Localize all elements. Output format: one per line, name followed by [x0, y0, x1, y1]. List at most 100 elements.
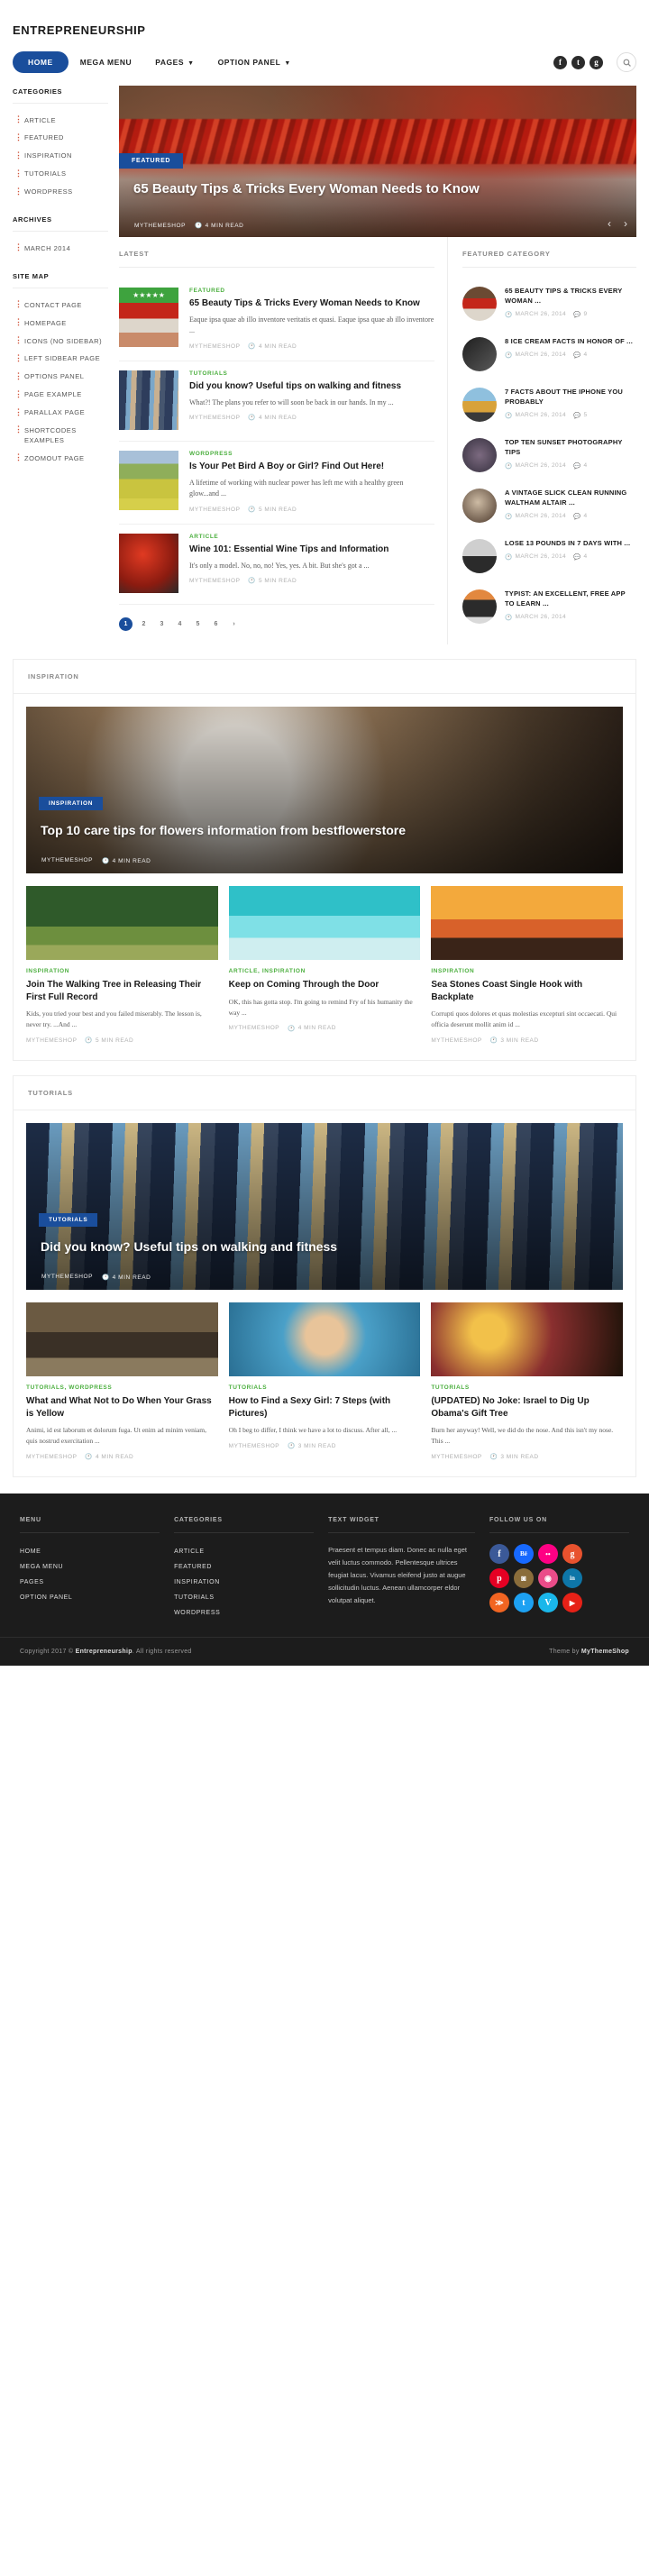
- list-item[interactable]: TYPIST: AN EXCELLENT, FREE APP TO LEARN …: [462, 581, 636, 632]
- featured-title[interactable]: TYPIST: AN EXCELLENT, FREE APP TO LEARN …: [505, 589, 636, 609]
- post-category[interactable]: WORDPRESS: [189, 451, 434, 457]
- sidebar-item-march-2014[interactable]: MARCH 2014: [13, 240, 108, 258]
- featured-title[interactable]: 65 BEAUTY TIPS & TRICKS EVERY WOMAN ...: [505, 287, 636, 306]
- card-thumbnail[interactable]: [431, 1302, 624, 1376]
- footer-link-wordpress[interactable]: WORDPRESS: [174, 1605, 314, 1621]
- sidebar-item-featured[interactable]: FEATURED: [13, 130, 108, 148]
- twitter-icon[interactable]: t: [513, 1593, 534, 1612]
- sidebar-item-page-example[interactable]: PAGE EXAMPLE: [13, 387, 108, 405]
- sidebar-item-contact-page[interactable]: CONTACT PAGE: [13, 297, 108, 315]
- twitter-icon[interactable]: t: [571, 55, 585, 69]
- card-thumbnail[interactable]: [228, 886, 421, 960]
- list-item[interactable]: ARTICLE, INSPIRATION Keep on Coming Thro…: [228, 886, 421, 1044]
- card-title[interactable]: How to Find a Sexy Girl: 7 Steps (with P…: [229, 1395, 421, 1420]
- dribbble-icon[interactable]: ◉: [537, 1568, 558, 1588]
- post-title[interactable]: Did you know? Useful tips on walking and…: [189, 380, 434, 393]
- sidebar-item-zoomout-page[interactable]: ZOOMOUT PAGE: [13, 450, 108, 468]
- featured-title[interactable]: TOP TEN SUNSET PHOTOGRAPHY TIPS: [505, 438, 636, 458]
- theme-credit-brand[interactable]: MyThemeShop: [581, 1649, 629, 1655]
- nav-item-option-panel[interactable]: OPTION PANEL ▼: [206, 51, 303, 73]
- list-item[interactable]: INSPIRATION Join The Walking Tree in Rel…: [26, 886, 218, 1044]
- card-thumbnail[interactable]: [26, 1302, 218, 1376]
- footer-link-featured[interactable]: FEATURED: [174, 1559, 314, 1575]
- pagination-page-6[interactable]: 6: [209, 617, 223, 631]
- card-title[interactable]: What and What Not to Do When Your Grass …: [26, 1395, 218, 1420]
- card-category[interactable]: TUTORIALS, WORDPRESS: [26, 1384, 218, 1391]
- vimeo-icon[interactable]: V: [537, 1593, 558, 1612]
- sidebar-item-shortcodes-examples[interactable]: SHORTCODES EXAMPLES: [13, 422, 108, 450]
- flickr-icon[interactable]: ••: [537, 1544, 558, 1564]
- featured-thumbnail[interactable]: [462, 337, 497, 371]
- youtube-icon[interactable]: ▶: [562, 1593, 582, 1612]
- featured-title[interactable]: 7 FACTS ABOUT THE IPHONE YOU PROBABLY: [505, 388, 636, 407]
- card-category[interactable]: INSPIRATION: [431, 968, 623, 974]
- footer-link-tutorials[interactable]: TUTORIALS: [174, 1590, 314, 1605]
- pagination-page-5[interactable]: 5: [191, 617, 205, 631]
- rss-icon[interactable]: ≫: [489, 1593, 509, 1612]
- list-item[interactable]: TUTORIALS How to Find a Sexy Girl: 7 Ste…: [228, 1302, 421, 1460]
- list-item[interactable]: WORDPRESS Is Your Pet Bird A Boy or Girl…: [119, 442, 434, 525]
- card-category[interactable]: INSPIRATION: [26, 968, 218, 974]
- sidebar-item-article[interactable]: ARTICLE: [13, 112, 108, 130]
- featured-title[interactable]: LOSE 13 POUNDS IN 7 DAYS WITH ...: [505, 539, 636, 549]
- card-category[interactable]: TUTORIALS: [229, 1384, 421, 1391]
- sidebar-item-parallax-page[interactable]: PARALLAX PAGE: [13, 405, 108, 423]
- sidebar-item-left-sidebear-page[interactable]: LEFT SIDBEAR PAGE: [13, 351, 108, 369]
- hero-slider[interactable]: FEATURED 65 Beauty Tips & Tricks Every W…: [119, 86, 636, 237]
- sidebar-item-options-panel[interactable]: OPTIONS PANEL: [13, 369, 108, 387]
- facebook-icon[interactable]: f: [489, 1544, 509, 1564]
- tutorials-hero[interactable]: TUTORIALS Did you know? Useful tips on w…: [26, 1123, 623, 1290]
- pagination-page-2[interactable]: 2: [137, 617, 151, 631]
- list-item[interactable]: ARTICLE Wine 101: Essential Wine Tips an…: [119, 525, 434, 606]
- post-title[interactable]: Is Your Pet Bird A Boy or Girl? Find Out…: [189, 461, 434, 473]
- post-category[interactable]: TUTORIALS: [189, 370, 434, 377]
- footer-link-option-panel[interactable]: OPTION PANEL: [20, 1590, 160, 1605]
- tutorials-hero-title[interactable]: Did you know? Useful tips on walking and…: [41, 1238, 587, 1255]
- inspiration-hero-badge[interactable]: INSPIRATION: [39, 797, 104, 810]
- sidebar-item-homepage[interactable]: HOMEPAGE: [13, 315, 108, 333]
- pagination-page-4[interactable]: 4: [173, 617, 187, 631]
- post-thumbnail[interactable]: [119, 534, 178, 594]
- card-title[interactable]: Sea Stones Coast Single Hook with Backpl…: [431, 979, 623, 1003]
- behance-icon[interactable]: Bē: [513, 1544, 534, 1564]
- card-thumbnail[interactable]: [431, 886, 624, 960]
- post-thumbnail[interactable]: [119, 451, 178, 511]
- list-item[interactable]: TUTORIALS, WORDPRESS What and What Not t…: [26, 1302, 218, 1460]
- card-thumbnail[interactable]: [228, 1302, 421, 1376]
- footer-link-mega-menu[interactable]: MEGA MENU: [20, 1559, 160, 1575]
- card-category[interactable]: TUTORIALS: [431, 1384, 623, 1391]
- hero-category-badge[interactable]: FEATURED: [119, 153, 184, 169]
- list-item[interactable]: TOP TEN SUNSET PHOTOGRAPHY TIPS 🕐 MARCH 2…: [462, 430, 636, 480]
- sidebar-item-inspiration[interactable]: INSPIRATION: [13, 148, 108, 166]
- featured-thumbnail[interactable]: [462, 489, 497, 523]
- post-thumbnail[interactable]: [119, 370, 178, 431]
- nav-item-pages[interactable]: PAGES ▼: [143, 51, 206, 73]
- list-item[interactable]: INSPIRATION Sea Stones Coast Single Hook…: [431, 886, 624, 1044]
- inspiration-hero[interactable]: INSPIRATION Top 10 care tips for flowers…: [26, 707, 623, 873]
- post-title[interactable]: 65 Beauty Tips & Tricks Every Woman Need…: [189, 297, 434, 310]
- sidebar-item-icons-no-sidebar[interactable]: ICONS (NO SIDEBAR): [13, 333, 108, 351]
- post-title[interactable]: Wine 101: Essential Wine Tips and Inform…: [189, 544, 434, 556]
- sidebar-item-wordpress[interactable]: WORDPRESS: [13, 184, 108, 202]
- pagination-next[interactable]: ›: [227, 617, 241, 631]
- pagination-page-1[interactable]: 1: [119, 617, 133, 632]
- card-category[interactable]: ARTICLE, INSPIRATION: [229, 968, 421, 974]
- card-title[interactable]: Join The Walking Tree in Releasing Their…: [26, 979, 218, 1003]
- list-item[interactable]: 65 BEAUTY TIPS & TRICKS EVERY WOMAN ... …: [462, 279, 636, 329]
- googleplus-icon[interactable]: g: [562, 1544, 582, 1564]
- card-thumbnail[interactable]: [26, 886, 218, 960]
- slider-prev-icon[interactable]: ‹: [608, 217, 611, 230]
- featured-title[interactable]: 8 ICE CREAM FACTS IN HONOR OF ...: [505, 337, 636, 347]
- featured-thumbnail[interactable]: [462, 539, 497, 573]
- post-category[interactable]: ARTICLE: [189, 534, 434, 540]
- nav-item-home[interactable]: HOME: [13, 51, 69, 73]
- featured-thumbnail[interactable]: [462, 287, 497, 321]
- list-item[interactable]: TUTORIALS (UPDATED) No Joke: Israel to D…: [431, 1302, 624, 1460]
- card-title[interactable]: Keep on Coming Through the Door: [229, 979, 421, 991]
- list-item[interactable]: LOSE 13 POUNDS IN 7 DAYS WITH ... 🕐 MARCH…: [462, 531, 636, 581]
- list-item[interactable]: ★★★★★ FEATURED 65 Beauty Tips & Tricks E…: [119, 279, 434, 362]
- hero-title[interactable]: 65 Beauty Tips & Tricks Every Woman Need…: [133, 181, 555, 198]
- featured-thumbnail[interactable]: [462, 388, 497, 422]
- tutorials-hero-badge[interactable]: TUTORIALS: [39, 1213, 98, 1227]
- facebook-icon[interactable]: f: [553, 55, 567, 69]
